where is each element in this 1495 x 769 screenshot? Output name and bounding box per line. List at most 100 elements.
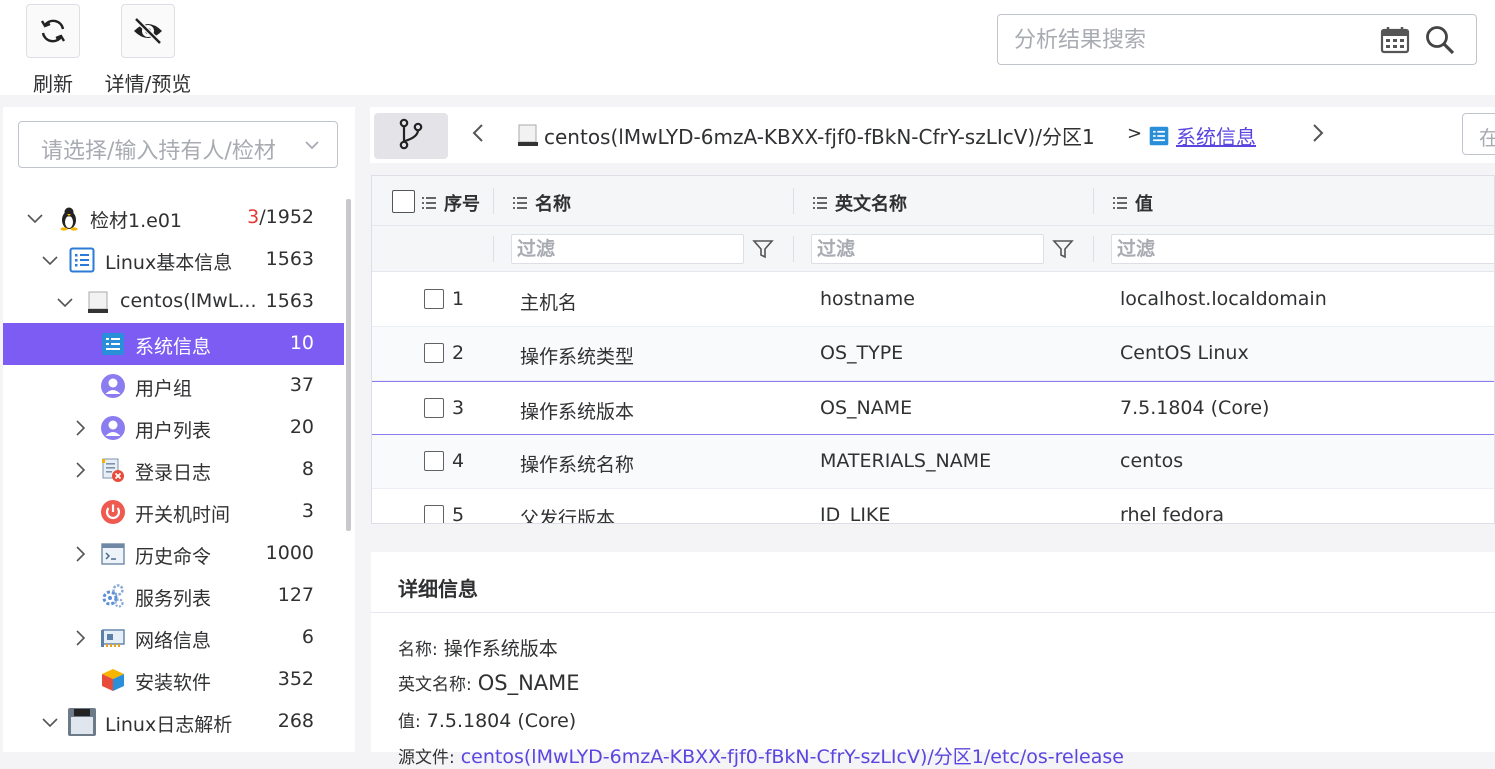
detail-value-row: 值: 7.5.1804 (Core) xyxy=(398,707,576,732)
row-value: centos xyxy=(1120,450,1184,472)
table-row[interactable]: 2 操作系统类型 OS_TYPE CentOS Linux xyxy=(372,327,1494,381)
column-menu-icon xyxy=(813,193,827,209)
tree-item-label: 用户组 xyxy=(135,378,193,400)
tree-item-count: 1563 xyxy=(265,290,314,312)
chevron-right-icon[interactable] xyxy=(70,418,90,438)
tree-item-power-time[interactable]: 开关机时间 3 xyxy=(3,491,344,533)
row-checkbox[interactable] xyxy=(424,451,444,471)
tree-item-service-list[interactable]: 服务列表 127 xyxy=(3,575,344,617)
tree-item-login-log[interactable]: 登录日志 8 xyxy=(3,449,344,491)
value-filter-box xyxy=(1111,234,1494,264)
english-name-filter-box xyxy=(811,234,1044,264)
select-all-checkbox[interactable] xyxy=(392,190,415,213)
column-divider xyxy=(1093,236,1094,262)
branch-icon xyxy=(397,118,425,154)
disk-icon xyxy=(85,289,111,315)
detail-preview-label: 详情/预览 xyxy=(104,72,192,96)
tree-item-user-list[interactable]: 用户列表 20 xyxy=(3,407,344,449)
tree-item-count: 268 xyxy=(277,710,314,732)
tree-item-linux-basic-info[interactable]: Linux基本信息 1563 xyxy=(3,239,344,281)
tree-item-label: 用户列表 xyxy=(135,420,212,442)
table-row[interactable]: 1 主机名 hostname localhost.localdomain xyxy=(372,273,1494,327)
tree-item-installed-software[interactable]: 安装软件 352 xyxy=(3,659,344,701)
tree-item-label: 历史命令 xyxy=(135,546,212,568)
detail-divider xyxy=(371,612,1495,613)
search-icon[interactable] xyxy=(1424,24,1456,60)
search-box xyxy=(997,14,1477,65)
filter-icon[interactable] xyxy=(1052,238,1074,264)
tree-item-network-info[interactable]: 网络信息 6 xyxy=(3,617,344,659)
detail-name-row: 名称: 操作系统版本 xyxy=(398,634,558,661)
column-divider[interactable] xyxy=(793,188,794,214)
chevron-right-icon[interactable] xyxy=(70,628,90,648)
row-checkbox[interactable] xyxy=(424,505,444,523)
tree-item-count: 1000 xyxy=(265,542,314,564)
column-label: 值 xyxy=(1135,194,1153,215)
tree-item-linux-log-parse[interactable]: Linux日志解析 268 xyxy=(3,701,344,743)
detail-source-link[interactable]: centos(lMwLYD-6mzA-KBXX-fjf0-fBkN-CfrY-s… xyxy=(461,746,1124,768)
tree-item-evidence[interactable]: 检材1.e01 3/1952 xyxy=(3,197,344,239)
row-checkbox[interactable] xyxy=(424,398,444,418)
column-header-value[interactable]: 值 xyxy=(1113,190,1153,216)
detail-source-key: 源文件: xyxy=(398,748,455,768)
calendar-icon[interactable] xyxy=(1380,26,1410,58)
column-header-name[interactable]: 名称 xyxy=(513,190,571,216)
tree-item-count: 10 xyxy=(289,332,314,354)
table-header: 序号 名称 英文名称 值 xyxy=(372,176,1494,226)
breadcrumb-search-text: 在 xyxy=(1479,126,1495,150)
chevron-down-icon[interactable] xyxy=(40,250,60,270)
table-row-selected[interactable]: 3 操作系统版本 OS_NAME 7.5.1804 (Core) xyxy=(372,381,1494,435)
branch-button[interactable] xyxy=(374,113,448,159)
tree-item-label: 系统信息 xyxy=(135,336,212,358)
row-index: 4 xyxy=(452,450,465,472)
chevron-right-icon[interactable] xyxy=(1308,121,1328,149)
tree-item-user-group[interactable]: 用户组 37 xyxy=(3,365,344,407)
chevron-left-icon[interactable] xyxy=(468,121,488,149)
chevron-down-icon xyxy=(303,136,321,158)
holder-select-placeholder: 请选择/输入持有人/检材 xyxy=(41,139,276,164)
name-filter-input[interactable] xyxy=(517,237,725,261)
tree-item-count: 127 xyxy=(277,584,314,606)
chevron-right-icon[interactable] xyxy=(70,544,90,564)
tree-item-label: 服务列表 xyxy=(135,588,212,610)
row-checkbox[interactable] xyxy=(424,343,444,363)
breadcrumb-path[interactable]: centos(lMwLYD-6mzA-KBXX-fjf0-fBkN-CfrY-s… xyxy=(544,121,1095,150)
tree-item-system-info[interactable]: 系统信息 10 xyxy=(3,323,344,365)
detail-english-name-key: 英文名称: xyxy=(398,675,472,695)
row-value: localhost.localdomain xyxy=(1120,288,1327,310)
table-row[interactable]: 4 操作系统名称 MATERIALS_NAME centos xyxy=(372,435,1494,489)
tree-item-label: 登录日志 xyxy=(135,462,212,484)
row-english-name: OS_TYPE xyxy=(820,342,904,364)
row-name: 主机名 xyxy=(520,292,578,314)
holder-select[interactable]: 请选择/输入持有人/检材 xyxy=(18,121,338,168)
english-name-filter-input[interactable] xyxy=(817,237,1025,261)
column-header-english-name[interactable]: 英文名称 xyxy=(813,190,907,216)
value-filter-input[interactable] xyxy=(1117,237,1462,261)
refresh-button[interactable]: 刷新 xyxy=(8,4,98,96)
search-input[interactable] xyxy=(1014,25,1354,55)
column-divider[interactable] xyxy=(1093,188,1094,214)
chevron-down-icon[interactable] xyxy=(55,292,75,312)
column-divider[interactable] xyxy=(493,188,494,214)
chevron-down-icon[interactable] xyxy=(40,712,60,732)
row-checkbox[interactable] xyxy=(424,289,444,309)
detail-preview-button[interactable]: 详情/预览 xyxy=(103,4,193,96)
table-row[interactable]: 5 父发行版本 ID_LIKE rhel fedora xyxy=(372,489,1494,524)
tree-item-count: 20 xyxy=(289,416,314,438)
column-divider xyxy=(793,236,794,262)
results-table: 序号 名称 英文名称 值 1 主机名 hostname localhost.lo… xyxy=(371,175,1495,524)
breadcrumb-current[interactable]: 系统信息 xyxy=(1176,121,1256,150)
tree-item-centos-partition[interactable]: centos(lMwL... 1563 xyxy=(3,281,344,323)
row-index: 5 xyxy=(452,504,465,524)
chevron-right-icon[interactable] xyxy=(70,460,90,480)
tree-scrollbar[interactable] xyxy=(346,199,351,531)
filter-icon[interactable] xyxy=(752,238,774,264)
column-header-index[interactable]: 序号 xyxy=(422,190,480,216)
tree-item-label: Linux基本信息 xyxy=(105,252,233,274)
filter-row xyxy=(372,226,1494,272)
row-english-name: MATERIALS_NAME xyxy=(820,450,992,472)
tree-item-count: 3/1952 xyxy=(247,206,314,228)
chevron-down-icon[interactable] xyxy=(25,208,45,228)
tree-item-history-command[interactable]: 历史命令 1000 xyxy=(3,533,344,575)
breadcrumb-search-input[interactable]: 在 xyxy=(1462,113,1495,155)
